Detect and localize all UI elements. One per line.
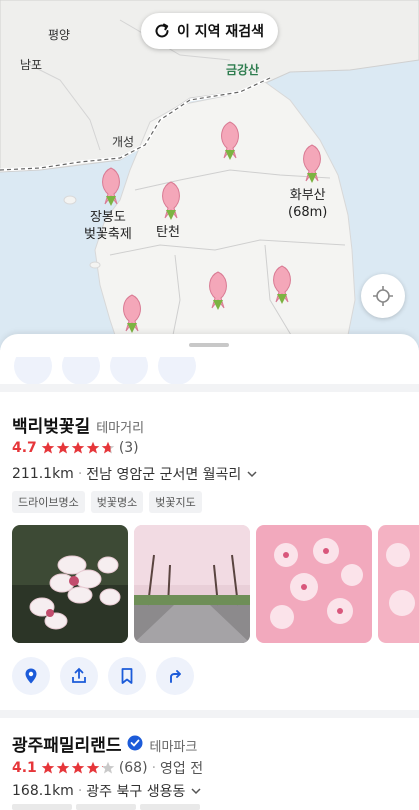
chevron-down-icon[interactable] xyxy=(245,467,259,481)
results-sheet[interactable]: 백리벚꽃길 테마거리 4.7 (3) 211.1km · 전남 영암군 군서면 … xyxy=(0,334,419,810)
address: 전남 영암군 군서면 월곡리 xyxy=(86,467,242,483)
photo-pink-blossom-2[interactable] xyxy=(378,525,419,643)
research-area-label: 이 지역 재검색 xyxy=(177,24,265,40)
tag[interactable]: 벚꽃명소 xyxy=(90,491,144,513)
photo-cherry-blossom-road[interactable] xyxy=(134,525,250,643)
star-icon xyxy=(101,761,115,774)
verified-badge-icon xyxy=(127,735,143,751)
map-label-jangbongdo-line2: 벚꽃축제 xyxy=(84,227,132,242)
address: 광주 북구 생용동 xyxy=(86,784,186,800)
star-icon xyxy=(41,761,55,774)
rating-row: 4.7 (3) xyxy=(12,440,139,456)
cherry-blossom-pin-icon[interactable] xyxy=(267,264,297,306)
tag-placeholder xyxy=(12,804,72,810)
my-location-icon xyxy=(373,286,393,306)
tag[interactable]: 벚꽃지도 xyxy=(149,491,202,513)
place-category: 테마거리 xyxy=(96,421,145,436)
research-area-button[interactable]: 이 지역 재검색 xyxy=(141,13,279,49)
photo-carousel[interactable] xyxy=(12,525,419,645)
map-label-hwabusan-line1: 화부산 xyxy=(289,188,326,203)
map-pin-icon xyxy=(25,668,37,684)
star-icon xyxy=(56,761,70,774)
separator-dot: · xyxy=(77,783,83,799)
cherry-blossom-pin-icon[interactable] xyxy=(215,120,245,162)
map-label-pyongyang: 평양 xyxy=(48,28,71,42)
star-icon xyxy=(71,761,85,774)
section-divider xyxy=(0,384,419,392)
rating-row: 4.1 (68) · 영업 전 xyxy=(12,758,203,778)
star-icon xyxy=(86,441,100,454)
map-label-tancheon[interactable]: 탄천 xyxy=(156,224,180,241)
map-label-jangbongdo[interactable]: 장봉도 벚꽃축제 xyxy=(84,209,132,243)
tag-list: 드라이브명소 벚꽃명소 벚꽃지도 xyxy=(12,491,202,513)
bookmark-button[interactable] xyxy=(110,357,148,385)
cherry-blossom-pin-icon[interactable] xyxy=(203,270,233,312)
place-title-row[interactable]: 백리벚꽃길 테마거리 xyxy=(12,412,144,437)
map-view[interactable]: 평양 남포 금강산 개성 장봉도 벚꽃축제 탄천 화부산 (68m) 이 지역 … xyxy=(0,0,419,350)
business-status: 영업 전 xyxy=(160,761,204,777)
map-label-hwabusan-line2: (68m) xyxy=(288,205,328,220)
review-count[interactable]: (68) xyxy=(119,760,148,776)
rating-value: 4.7 xyxy=(12,440,37,456)
distance: 168.1km xyxy=(12,783,74,799)
bookmark-icon xyxy=(121,668,133,684)
share-button[interactable] xyxy=(60,657,98,695)
map-label-geumgangsan: 금강산 xyxy=(226,63,260,77)
address-row[interactable]: 211.1km · 전남 영암군 군서면 월곡리 xyxy=(12,464,259,484)
cherry-blossom-pin-icon[interactable] xyxy=(96,166,126,208)
star-icon xyxy=(56,441,70,454)
star-rating xyxy=(41,761,115,775)
directions-button[interactable] xyxy=(156,657,194,695)
map-label-kaesong: 개성 xyxy=(112,135,135,149)
photo-cherry-blossom-closeup[interactable] xyxy=(12,525,128,643)
review-count[interactable]: (3) xyxy=(119,440,139,456)
refresh-icon xyxy=(155,23,169,38)
map-label-nampo: 남포 xyxy=(20,58,43,72)
directions-button[interactable] xyxy=(158,357,196,385)
address-row[interactable]: 168.1km · 광주 북구 생용동 xyxy=(12,781,203,801)
cherry-blossom-pin-icon[interactable] xyxy=(117,293,147,335)
distance: 211.1km xyxy=(12,466,74,482)
place-title-row[interactable]: 광주패밀리랜드 테마파크 xyxy=(12,731,197,756)
cherry-blossom-pin-icon[interactable] xyxy=(297,143,327,185)
tag-placeholder xyxy=(140,804,200,810)
bookmark-button[interactable] xyxy=(108,657,146,695)
star-icon xyxy=(71,441,85,454)
section-divider xyxy=(0,710,419,718)
tag-placeholder xyxy=(76,804,136,810)
place-category: 테마파크 xyxy=(149,740,198,755)
share-icon xyxy=(72,667,86,683)
map-label-hwabusan[interactable]: 화부산 (68m) xyxy=(288,187,327,221)
tag-list-partial xyxy=(0,804,419,810)
star-icon xyxy=(101,441,115,454)
chevron-down-icon[interactable] xyxy=(189,784,203,798)
map-label-jangbongdo-line1: 장봉도 xyxy=(89,210,126,225)
map-pin-button[interactable] xyxy=(12,657,50,695)
map-pin-button[interactable] xyxy=(14,357,52,385)
separator-dot: · xyxy=(77,466,83,482)
tag[interactable]: 드라이브명소 xyxy=(12,491,85,513)
directions-icon xyxy=(170,670,181,683)
star-rating xyxy=(41,441,115,455)
sheet-drag-handle[interactable] xyxy=(189,343,229,347)
share-button[interactable] xyxy=(62,357,100,385)
rating-value: 4.1 xyxy=(12,760,37,776)
place-name[interactable]: 백리벚꽃길 xyxy=(12,412,90,437)
photo-pink-blossom[interactable] xyxy=(256,525,372,643)
place-actions xyxy=(12,657,194,695)
cherry-blossom-pin-icon[interactable] xyxy=(156,180,186,222)
place-name[interactable]: 광주패밀리랜드 xyxy=(12,731,121,756)
star-icon xyxy=(86,761,100,774)
separator-dot: · xyxy=(151,760,157,776)
star-icon xyxy=(41,441,55,454)
my-location-button[interactable] xyxy=(361,274,405,318)
